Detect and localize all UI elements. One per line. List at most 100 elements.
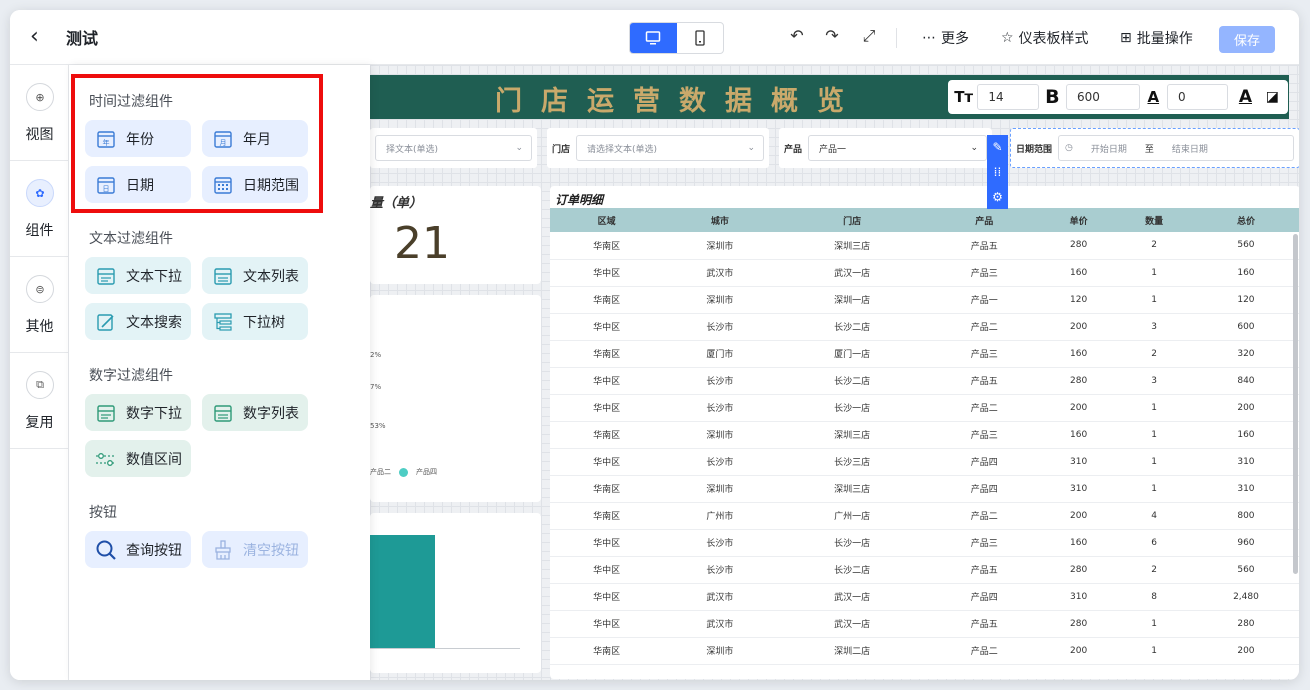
brush-icon [212,539,234,561]
table-row[interactable]: 华南区 深圳市 深圳一店 产品一 120 1 120 [550,286,1299,314]
table-cell: 武汉一店 [776,610,928,638]
redo-icon[interactable]: ↷ [822,26,842,45]
query-button-component[interactable]: 查询按钮 [85,531,191,568]
text-dropdown-component[interactable]: 文本下拉 [85,257,191,294]
font-color-icon[interactable]: A [1232,87,1258,107]
filter-text-1: 择文本(单选) ⌄ [370,128,537,168]
table-row[interactable]: 华中区 武汉市 武汉一店 产品五 280 1 280 [550,610,1299,638]
dropdown-tree-component[interactable]: 下拉树 [202,303,308,340]
rail-item-reuse[interactable]: ⧉ 复用 [10,353,69,449]
pie-chart-card[interactable]: 2% 7% 53% 产品二 产品四 [370,295,541,502]
table-row[interactable]: 华中区 长沙市 长沙一店 产品二 200 1 200 [550,394,1299,422]
text-search-component[interactable]: 文本搜索 [85,303,191,340]
table-cell: 产品二 [927,637,1041,665]
table-cell: 560 [1191,232,1299,260]
save-button[interactable]: 保存 [1219,26,1275,53]
kpi-title: 量（单） [370,196,423,211]
column-header[interactable]: 门店 [776,208,928,232]
bar-chart-card[interactable] [370,513,541,673]
font-weight-input[interactable]: 600 [1066,84,1140,110]
filter-product-value: 产品一 [819,144,847,155]
clock-icon: ◷ [1065,143,1073,153]
table-row[interactable]: 华中区 长沙市 长沙一店 产品三 160 6 960 [550,529,1299,557]
table-cell: 160 [1040,340,1117,368]
table-cell: 1 [1116,475,1192,503]
edit-icon[interactable]: ✎ [992,140,1002,154]
table-row[interactable]: 华中区 武汉市 武汉一店 产品三 160 1 160 [550,259,1299,287]
table-cell: 310 [1040,583,1117,611]
rail-label: 复用 [25,415,54,431]
date-range-input[interactable]: ◷ 开始日期 至 结束日期 [1058,135,1294,161]
title-banner[interactable]: 门店运营数据概览 Tт 14 B 600 A 0 A ◪ [370,75,1289,119]
table-cell: 华南区 [550,286,664,314]
table-cell: 1 [1116,448,1192,476]
settings-icon[interactable]: ⚙ [992,190,1003,204]
letter-spacing-input[interactable]: 0 [1166,84,1229,110]
table-cell: 1 [1116,610,1192,638]
column-header[interactable]: 区域 [550,208,664,232]
table-row[interactable]: 华南区 广州市 广州一店 产品二 200 4 800 [550,502,1299,530]
table-cell: 产品五 [927,232,1041,260]
filter-date-range: 日期范围 ◷ 开始日期 至 结束日期 [1010,128,1299,168]
table-cell: 长沙市 [663,394,777,422]
bold-icon[interactable]: B [1043,86,1062,108]
dashboard-canvas: 门店运营数据概览 Tт 14 B 600 A 0 A ◪ 择文本(单选) ⌄ 门… [370,65,1299,680]
filter-store-label: 门店 [552,144,571,155]
table-row[interactable]: 华南区 深圳市 深圳三店 产品五 280 2 560 [550,232,1299,260]
table-cell: 160 [1040,421,1117,449]
order-table-card[interactable]: 订单明细 区域 城市 门店 产品 单价 数量 总价 华南区 深圳市 深圳三店 产品五 280 2 560… [550,186,1299,679]
back-icon[interactable]: ‹ [30,24,52,50]
table-row[interactable]: 华中区 长沙市 长沙二店 产品五 280 3 840 [550,367,1299,395]
table-cell: 深圳市 [663,475,777,503]
more-button[interactable]: ⋯ 更多 [922,28,969,48]
kpi-card[interactable]: 量（单） 21 [370,186,541,284]
column-header[interactable]: 单价 [1040,208,1117,232]
fullscreen-icon[interactable]: ⤢ [859,26,879,46]
chevron-down-icon: ⌄ [747,143,755,153]
pie-label: 7% [370,383,382,391]
table-row[interactable]: 华南区 深圳市 深圳三店 产品四 310 1 310 [550,475,1299,503]
table-row[interactable]: 华南区 深圳市 深圳二店 产品二 200 1 200 [550,637,1299,665]
rail-item-view[interactable]: ⊕ 视图 [10,65,69,161]
column-header[interactable]: 产品 [927,208,1041,232]
end-date: 结束日期 [1171,144,1208,155]
filter-text-1-select[interactable]: 择文本(单选) ⌄ [375,135,532,161]
rail-item-component[interactable]: ✿ 组件 [10,161,69,257]
phone-icon [695,30,705,46]
batch-operation-button[interactable]: ⊞ 批量操作 [1120,28,1193,48]
text-dropdown-label: 文本下拉 [126,268,182,285]
table-cell: 华南区 [550,637,664,665]
table-row[interactable]: 华中区 长沙市 长沙二店 产品二 200 3 600 [550,313,1299,341]
number-list-component[interactable]: 数字列表 [202,394,308,431]
table-cell: 200 [1040,394,1117,422]
column-header[interactable]: 数量 [1116,208,1192,232]
mobile-view-button[interactable] [677,23,724,53]
drag-handle-icon[interactable]: ⁞⁞ [994,165,1002,179]
table-cell: 长沙三店 [776,448,928,476]
table-cell: 产品三 [927,421,1041,449]
filter-product-select[interactable]: 产品一 ⌄ [808,135,987,161]
column-header[interactable]: 城市 [663,208,777,232]
rail-item-other[interactable]: ⊜ 其他 [10,257,69,353]
clear-button-component[interactable]: 清空按钮 [202,531,308,568]
undo-icon[interactable]: ↶ [787,26,807,45]
font-size-input[interactable]: 14 [977,84,1039,110]
desktop-view-button[interactable] [630,23,677,53]
table-cell: 长沙市 [663,367,777,395]
table-row[interactable]: 华中区 长沙市 长沙二店 产品五 280 2 560 [550,556,1299,584]
table-row[interactable]: 华中区 长沙市 长沙三店 产品四 310 1 310 [550,448,1299,476]
table-row[interactable]: 华南区 厦门市 厦门一店 产品三 160 2 320 [550,340,1299,368]
text-list-component[interactable]: 文本列表 [202,257,308,294]
table-cell: 200 [1191,637,1299,665]
filter-store-select[interactable]: 请选择文本(单选) ⌄ [576,135,764,161]
column-header[interactable]: 总价 [1191,208,1299,232]
dashboard-style-button[interactable]: ☆ 仪表板样式 [1001,28,1089,48]
table-row[interactable]: 华南区 深圳市 深圳三店 产品三 160 1 160 [550,421,1299,449]
background-icon[interactable]: ◪ [1263,89,1282,105]
number-dropdown-component[interactable]: 数字下拉 [85,394,191,431]
number-dropdown-icon [95,402,117,424]
table-cell: 1 [1116,637,1192,665]
table-row[interactable]: 华中区 武汉市 武汉一店 产品四 310 8 2,480 [550,583,1299,611]
number-range-component[interactable]: 数值区间 [85,440,191,477]
table-scrollbar[interactable] [1293,234,1298,574]
